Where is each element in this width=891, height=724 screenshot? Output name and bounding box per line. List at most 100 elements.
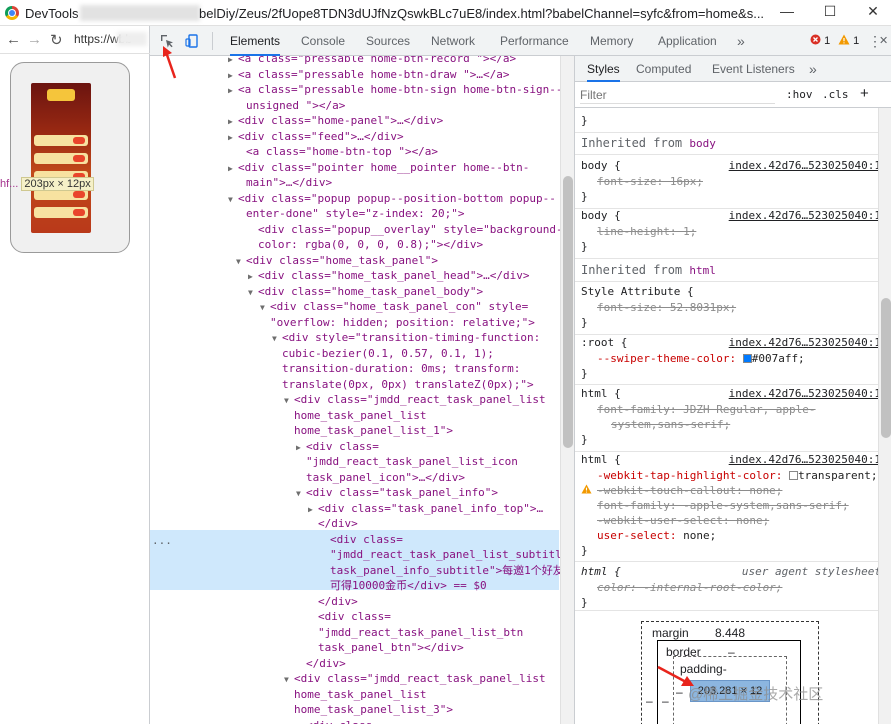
rule-selector-html[interactable]: html { xyxy=(581,386,621,401)
declaration-font-size[interactable]: font-size: 16px; xyxy=(597,174,703,189)
styles-filter-input[interactable] xyxy=(580,86,775,104)
declaration-font-family[interactable]: font-family: -apple-system,sans-serif; xyxy=(597,498,849,513)
more-tabs-chevron-icon[interactable]: » xyxy=(737,26,745,56)
expand-triangle-icon[interactable]: ▶ xyxy=(228,130,238,146)
dom-node-line[interactable]: ▶ <div class="home_task_panel_head">…</di… xyxy=(248,268,530,284)
tab-styles[interactable]: Styles xyxy=(587,56,620,82)
warning-count-badge[interactable]: 1 xyxy=(838,34,859,48)
close-window-button[interactable]: ✕ xyxy=(863,3,883,21)
declaration-swiper-theme-color[interactable]: --swiper-theme-color: #007aff; xyxy=(597,351,805,366)
style-attribute-rule[interactable]: Style Attribute { xyxy=(581,284,694,299)
dom-node-line[interactable]: unsigned "></a> xyxy=(236,98,345,114)
collapse-triangle-icon[interactable]: ▼ xyxy=(284,393,294,409)
dom-node-line[interactable]: task_panel_icon">…</div> xyxy=(296,470,465,486)
declaration-touch-callout[interactable]: -webkit-touch-callout: none; xyxy=(597,483,782,498)
dom-node-line[interactable]: ▶<div class= xyxy=(296,439,379,455)
dom-node-line[interactable]: 可得10000金币</div> == $0 xyxy=(320,578,487,594)
tab-elements[interactable]: Elements xyxy=(230,26,281,56)
declaration-line-height[interactable]: line-height: 1; xyxy=(597,224,696,239)
tab-performance[interactable]: Performance xyxy=(500,26,569,56)
dom-node-line[interactable]: translate(0px, 0px) translateZ(0px);"> xyxy=(272,377,534,393)
expand-triangle-icon[interactable]: ▶ xyxy=(248,269,258,285)
forward-arrow-icon[interactable]: → xyxy=(27,31,42,48)
rule-selector-html-ua[interactable]: html { xyxy=(581,564,621,579)
expand-triangle-icon[interactable]: ▶ xyxy=(228,68,238,84)
expand-triangle-icon[interactable]: ▶ xyxy=(228,114,238,130)
rule-selector-root[interactable]: :root { xyxy=(581,335,627,350)
dom-node-line[interactable]: home_task_panel_list xyxy=(284,687,426,703)
mobile-page-screenshot[interactable] xyxy=(31,83,91,233)
dom-node-line[interactable]: main">…</div> xyxy=(236,175,332,191)
collapse-triangle-icon[interactable]: ▼ xyxy=(260,300,270,316)
dom-node-line[interactable]: <div class= xyxy=(320,532,403,548)
declaration-font-family-cont[interactable]: system,sans-serif; xyxy=(611,417,730,432)
dom-node-line[interactable]: ▼ <div class="home_task_panel_body"> xyxy=(248,284,483,300)
dom-node-line[interactable]: transition-duration: 0ms; transform: xyxy=(272,361,520,377)
dom-node-line[interactable]: </div> xyxy=(308,516,358,532)
dom-node-line[interactable]: <div class="popup__overlay" style="backg… xyxy=(248,222,563,238)
declaration-font-family[interactable]: font-family: JDZH Regular, apple- xyxy=(597,402,816,417)
rule-selector-body[interactable]: body { xyxy=(581,158,621,173)
declaration-user-select[interactable]: user-select: none; xyxy=(597,528,716,543)
rule-source-link[interactable]: index.42d76…523025040:1 xyxy=(729,452,881,467)
dom-node-line[interactable]: ▶ <a class="pressable home-btn-sign home-… xyxy=(228,82,563,98)
declaration-tap-highlight[interactable]: -webkit-tap-highlight-color: transparent… xyxy=(597,468,878,483)
dom-node-line[interactable]: "jmdd_react_task_panel_list_icon xyxy=(296,454,518,470)
dom-node-line[interactable]: ▼ <div class="popup popup--position-botto… xyxy=(228,191,556,207)
tab-memory[interactable]: Memory xyxy=(590,26,633,56)
expand-triangle-icon[interactable]: ▶ xyxy=(308,502,318,518)
dom-node-line[interactable]: <a class="home-btn-top "></a> xyxy=(236,144,438,160)
rule-source-link[interactable]: index.42d76…523025040:1 xyxy=(729,386,881,401)
rule-source-link[interactable]: index.42d76…523025040:1 xyxy=(729,208,881,223)
collapse-triangle-icon[interactable]: ▼ xyxy=(296,486,306,502)
dom-node-line[interactable]: ▶ <div class="pointer home__pointer home-… xyxy=(228,160,529,176)
collapse-triangle-icon[interactable]: ▼ xyxy=(284,672,294,688)
expand-triangle-icon[interactable]: ▶ xyxy=(228,161,238,177)
dom-node-line[interactable]: home_task_panel_list xyxy=(284,408,426,424)
dom-node-line[interactable]: ▶ <a class="pressable home-btn-draw ">…</… xyxy=(228,67,510,83)
declaration-font-size[interactable]: font-size: 52.8031px; xyxy=(597,300,736,315)
tab-network[interactable]: Network xyxy=(431,26,475,56)
collapse-triangle-icon[interactable]: ▼ xyxy=(248,285,258,301)
reload-icon[interactable]: ↻ xyxy=(50,31,63,49)
rule-source-link[interactable]: index.42d76…523025040:1 xyxy=(729,335,881,350)
dom-node-line[interactable]: ▶ <div class="task_panel_info_top">… xyxy=(308,501,543,517)
elements-scrollbar-thumb[interactable] xyxy=(563,176,573,448)
dom-node-line[interactable]: task_panel_btn"></div> xyxy=(308,640,464,656)
device-toolbar-icon[interactable] xyxy=(185,34,199,48)
dom-node-line[interactable]: "jmdd_react_task_panel_list_btn xyxy=(308,625,523,641)
maximize-button[interactable]: ☐ xyxy=(820,3,840,21)
dom-node-line[interactable]: ▼ <div style="transition-timing-function: xyxy=(272,330,540,346)
color-swatch[interactable] xyxy=(742,354,752,363)
dom-node-line[interactable]: ▶ <a class="pressable home-btn-record "><… xyxy=(228,56,516,67)
tab-application[interactable]: Application xyxy=(658,26,717,56)
color-swatch[interactable] xyxy=(789,471,799,480)
dom-node-line[interactable]: color: rgba(0, 0, 0, 0.8);"></div> xyxy=(248,237,483,253)
error-count-badge[interactable]: 1 xyxy=(810,34,830,48)
elements-dom-tree[interactable]: ... ▶ <a class="pressable home-btn-record… xyxy=(150,56,574,724)
dom-node-line[interactable]: home_task_panel_list_3"> xyxy=(284,702,453,718)
dom-node-line[interactable]: enter-done" style="z-index: 20;"> xyxy=(236,206,465,222)
class-toggle[interactable]: .cls xyxy=(822,88,849,101)
margin-left-value[interactable]: – xyxy=(646,694,653,708)
collapse-triangle-icon[interactable]: ▼ xyxy=(228,192,238,208)
tab-event-listeners[interactable]: Event Listeners xyxy=(712,56,795,82)
declaration-color[interactable]: color: -internal-root-color; xyxy=(597,580,782,595)
dom-node-line[interactable]: ▼ <div class="jmdd_react_task_panel_list xyxy=(284,671,546,687)
rule-selector-body[interactable]: body { xyxy=(581,208,621,223)
collapse-triangle-icon[interactable]: ▼ xyxy=(272,331,282,347)
elements-scrollbar[interactable] xyxy=(560,56,574,724)
dom-node-line[interactable]: cubic-bezier(0.1, 0.57, 0.1, 1); xyxy=(272,346,494,362)
collapse-triangle-icon[interactable]: ▼ xyxy=(236,254,246,270)
dom-node-line[interactable]: task_panel_info_subtitle">每邀1个好友 xyxy=(320,563,564,579)
rule-selector-html[interactable]: html { xyxy=(581,452,621,467)
dom-node-line[interactable]: </div> xyxy=(296,656,346,672)
dom-node-line[interactable]: ▶<div class= xyxy=(296,718,379,724)
dom-node-line[interactable]: ▼ <div class="jmdd_react_task_panel_list xyxy=(284,392,546,408)
dom-node-line[interactable]: </div> xyxy=(308,594,358,610)
close-devtools-icon[interactable]: ✕ xyxy=(879,26,888,56)
margin-value[interactable]: 8.448 xyxy=(715,626,745,640)
add-rule-plus-icon[interactable]: + xyxy=(860,85,869,102)
expand-triangle-icon[interactable]: ▶ xyxy=(228,83,238,99)
dom-node-line[interactable]: ▼ <div class="home_task_panel_con" style= xyxy=(260,299,528,315)
